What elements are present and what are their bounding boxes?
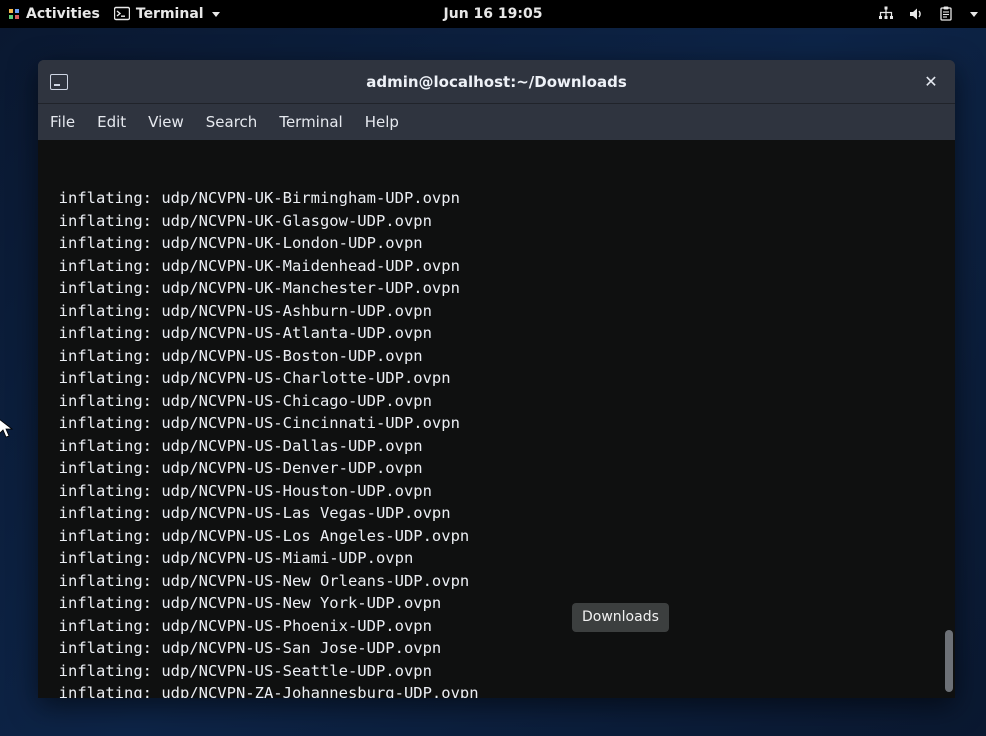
activities-button[interactable]: Activities (8, 6, 100, 22)
topbar-right (878, 6, 978, 22)
menu-terminal[interactable]: Terminal (279, 113, 342, 131)
close-button[interactable]: ✕ (919, 70, 943, 94)
topbar-left: Activities Terminal (8, 6, 220, 22)
terminal-body[interactable]: inflating: udp/NCVPN-UK-Birmingham-UDP.o… (38, 140, 955, 698)
terminal-output-line: inflating: udp/NCVPN-US-Chicago-UDP.ovpn (40, 390, 953, 413)
terminal-window: admin@localhost:~/Downloads ✕ File Edit … (38, 60, 955, 698)
close-icon: ✕ (924, 72, 937, 91)
datetime-label: Jun 16 19:05 (444, 6, 543, 22)
app-indicator[interactable]: Terminal (114, 6, 220, 22)
terminal-output-line: inflating: udp/NCVPN-US-New York-UDP.ovp… (40, 592, 953, 615)
terminal-title-icon (50, 74, 68, 90)
activities-label: Activities (26, 6, 100, 22)
app-name-label: Terminal (136, 6, 204, 22)
terminal-output-line: inflating: udp/NCVPN-US-Houston-UDP.ovpn (40, 480, 953, 503)
scrollbar-thumb[interactable] (945, 630, 953, 692)
taskbar-tooltip: Downloads (572, 603, 669, 632)
terminal-output-line: inflating: udp/NCVPN-US-Dallas-UDP.ovpn (40, 435, 953, 458)
window-title: admin@localhost:~/Downloads (366, 73, 627, 91)
terminal-output-line: inflating: udp/NCVPN-UK-London-UDP.ovpn (40, 232, 953, 255)
terminal-output-line: inflating: udp/NCVPN-US-San Jose-UDP.ovp… (40, 637, 953, 660)
gnome-topbar: Activities Terminal Jun 16 19:05 (0, 0, 986, 28)
terminal-output-line: inflating: udp/NCVPN-US-Denver-UDP.ovpn (40, 457, 953, 480)
terminal-output-line: inflating: udp/NCVPN-US-Ashburn-UDP.ovpn (40, 300, 953, 323)
menu-file[interactable]: File (50, 113, 75, 131)
terminal-output-line: inflating: udp/NCVPN-US-Seattle-UDP.ovpn (40, 660, 953, 683)
menu-edit[interactable]: Edit (97, 113, 126, 131)
terminal-output-line: inflating: udp/NCVPN-US-Atlanta-UDP.ovpn (40, 322, 953, 345)
menubar: File Edit View Search Terminal Help (38, 104, 955, 140)
clipboard-icon[interactable] (938, 6, 954, 22)
network-icon[interactable] (878, 6, 894, 22)
terminal-output-line: inflating: udp/NCVPN-US-Los Angeles-UDP.… (40, 525, 953, 548)
terminal-output-line: inflating: udp/NCVPN-US-Cincinnati-UDP.o… (40, 412, 953, 435)
terminal-output-line: inflating: udp/NCVPN-UK-Maidenhead-UDP.o… (40, 255, 953, 278)
terminal-output-line: inflating: udp/NCVPN-US-Charlotte-UDP.ov… (40, 367, 953, 390)
menu-help[interactable]: Help (365, 113, 399, 131)
system-menu-caret-icon[interactable] (970, 12, 978, 17)
chevron-down-icon (212, 12, 220, 17)
terminal-output-line: inflating: udp/NCVPN-US-Miami-UDP.ovpn (40, 547, 953, 570)
terminal-output-line: inflating: udp/NCVPN-US-New Orleans-UDP.… (40, 570, 953, 593)
window-titlebar[interactable]: admin@localhost:~/Downloads ✕ (38, 60, 955, 104)
terminal-app-icon (114, 6, 130, 22)
mouse-cursor-icon (0, 418, 14, 440)
terminal-output-line: inflating: udp/NCVPN-UK-Manchester-UDP.o… (40, 277, 953, 300)
volume-icon[interactable] (908, 6, 924, 22)
terminal-output-line: inflating: udp/NCVPN-US-Phoenix-UDP.ovpn (40, 615, 953, 638)
terminal-output-line: inflating: udp/NCVPN-UK-Glasgow-UDP.ovpn (40, 210, 953, 233)
terminal-output: inflating: udp/NCVPN-UK-Birmingham-UDP.o… (40, 187, 953, 698)
menu-view[interactable]: View (148, 113, 184, 131)
terminal-output-line: inflating: udp/NCVPN-UK-Birmingham-UDP.o… (40, 187, 953, 210)
terminal-output-line: inflating: udp/NCVPN-US-Las Vegas-UDP.ov… (40, 502, 953, 525)
terminal-output-line: inflating: udp/NCVPN-ZA-Johannesburg-UDP… (40, 682, 953, 698)
clock[interactable]: Jun 16 19:05 (444, 6, 543, 22)
activities-icon (8, 8, 20, 20)
terminal-output-line: inflating: udp/NCVPN-US-Boston-UDP.ovpn (40, 345, 953, 368)
menu-search[interactable]: Search (206, 113, 258, 131)
